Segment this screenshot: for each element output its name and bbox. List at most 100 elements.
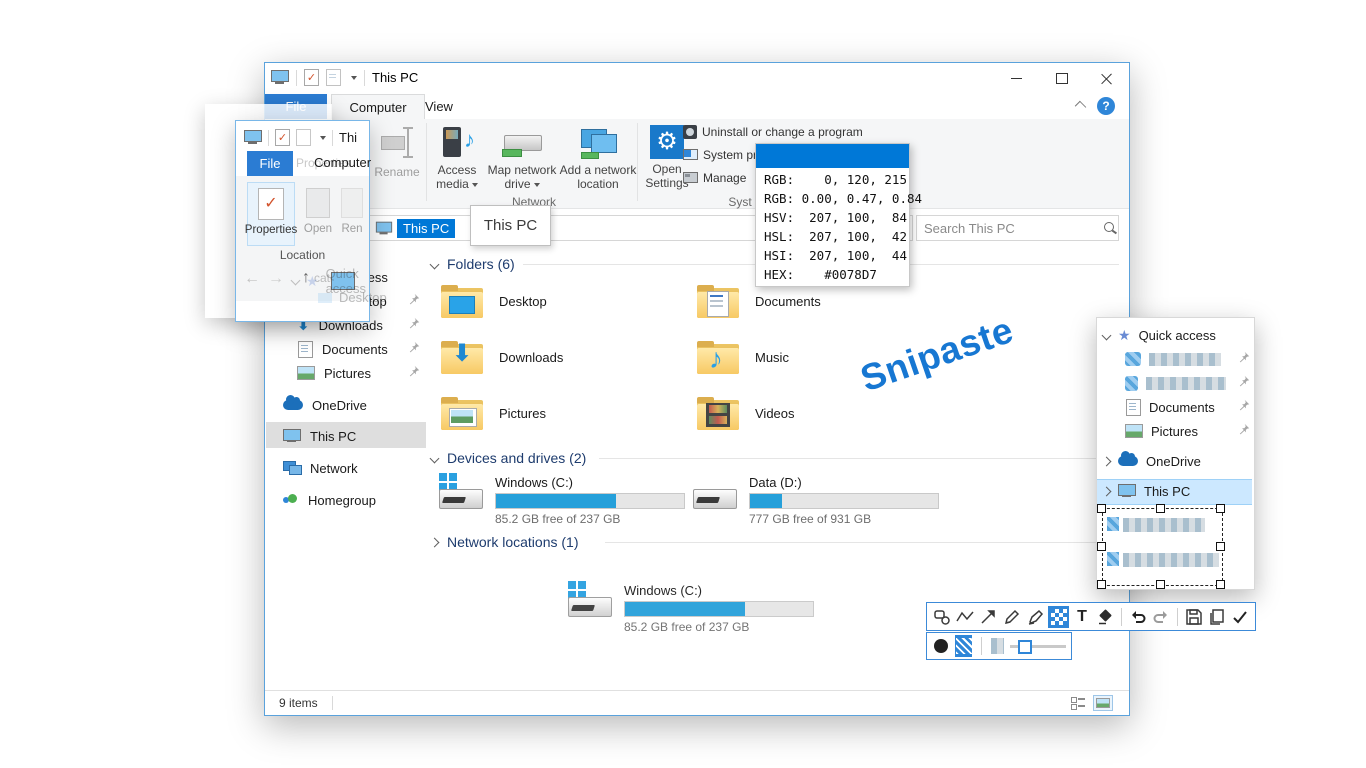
mosaic-text bbox=[1149, 353, 1221, 366]
address-location[interactable]: This PC bbox=[397, 219, 455, 238]
divider bbox=[296, 70, 297, 86]
customize-qat-arrow[interactable] bbox=[351, 76, 357, 80]
selection-handle[interactable] bbox=[1156, 580, 1165, 589]
arrow-tool-icon[interactable] bbox=[978, 606, 999, 628]
window-controls bbox=[994, 64, 1129, 93]
divider bbox=[332, 696, 333, 710]
search-icon[interactable] bbox=[1102, 220, 1110, 236]
selection-handle[interactable] bbox=[1216, 580, 1225, 589]
pin-icon bbox=[1237, 351, 1250, 364]
access-media-button[interactable]: ♪ Access media bbox=[431, 125, 483, 191]
drive-tile-c[interactable]: Windows (C:) 85.2 GB free of 237 GB bbox=[437, 475, 685, 526]
folder-tile-desktop[interactable]: Desktop bbox=[441, 285, 547, 318]
search-input[interactable] bbox=[917, 220, 1102, 237]
dot-style-option[interactable] bbox=[932, 635, 949, 657]
pin-icon[interactable] bbox=[407, 317, 420, 330]
hatch-style-option[interactable] bbox=[955, 635, 972, 657]
sidebar-item-network[interactable]: Network bbox=[283, 456, 358, 480]
pin-icon[interactable] bbox=[407, 341, 420, 354]
maximize-button[interactable] bbox=[1039, 64, 1084, 93]
documents-icon bbox=[1126, 399, 1141, 416]
map-network-drive-button[interactable]: Map network drive bbox=[486, 125, 558, 191]
text-tool-icon[interactable]: T bbox=[1071, 606, 1092, 628]
slider-handle[interactable] bbox=[1018, 640, 1032, 654]
uninstall-icon bbox=[683, 125, 697, 139]
desktop-icon bbox=[318, 293, 332, 303]
pictures-icon bbox=[1125, 424, 1143, 438]
sidebar-item-this-pc[interactable]: This PC bbox=[283, 424, 356, 448]
title-bar[interactable]: ✓ This PC bbox=[265, 63, 1129, 94]
marker-tool-icon[interactable] bbox=[1025, 606, 1046, 628]
eraser-tool-icon[interactable] bbox=[1095, 606, 1116, 628]
pinned-snip-explorer-corner[interactable]: ✓ Thi File Properties Computer ✓ Propert… bbox=[235, 120, 370, 322]
ghost-desktop: Desktop bbox=[318, 290, 387, 305]
drive-c-icon bbox=[437, 475, 483, 515]
color-swatch bbox=[756, 144, 909, 168]
pinned-snip-sidebar[interactable]: ★ Quick access Documents Pictures OneDri… bbox=[1096, 317, 1255, 590]
chevron-down-icon bbox=[430, 453, 440, 463]
pin-icon[interactable] bbox=[407, 365, 420, 378]
mosaic-text bbox=[1146, 377, 1226, 390]
tab-view[interactable]: View bbox=[411, 94, 467, 119]
polyline-tool-icon[interactable] bbox=[954, 606, 975, 628]
group-divider bbox=[426, 123, 427, 201]
section-divider bbox=[605, 542, 1119, 543]
pin-icon bbox=[1237, 375, 1250, 388]
pin-icon[interactable] bbox=[407, 293, 420, 306]
status-bar: 9 items bbox=[265, 690, 1129, 714]
selection-handle[interactable] bbox=[1097, 580, 1106, 589]
sidebar-item-homegroup[interactable]: Homegroup bbox=[283, 488, 376, 512]
selection-handle[interactable] bbox=[1097, 542, 1106, 551]
search-box[interactable] bbox=[916, 215, 1119, 241]
rp-pictures: Pictures bbox=[1125, 421, 1198, 441]
sidebar-item-onedrive[interactable]: OneDrive bbox=[283, 393, 367, 417]
toolbar-divider bbox=[981, 637, 982, 655]
folder-tile-documents[interactable]: Documents bbox=[697, 285, 821, 318]
thumbnail-view-icon[interactable] bbox=[1093, 695, 1113, 711]
location-group-label: Location bbox=[236, 248, 369, 262]
mosaic-tool-icon[interactable] bbox=[1048, 606, 1069, 628]
redo-icon[interactable] bbox=[1150, 606, 1171, 628]
chevron-right-icon bbox=[430, 537, 440, 547]
minimize-button[interactable] bbox=[994, 64, 1039, 93]
sidebar-item-pictures[interactable]: Pictures bbox=[297, 361, 371, 385]
network-locations-header[interactable]: Network locations (1) bbox=[431, 534, 579, 550]
chevron-down-icon bbox=[291, 276, 301, 286]
size-slider[interactable] bbox=[1010, 645, 1066, 648]
drive-c-icon bbox=[566, 583, 612, 623]
selection-handle[interactable] bbox=[1097, 504, 1106, 513]
add-network-location-button[interactable]: Add a network location bbox=[559, 125, 637, 191]
selection-handle[interactable] bbox=[1216, 504, 1225, 513]
folder-tile-pictures[interactable]: Pictures bbox=[441, 397, 546, 430]
uninstall-program-item[interactable]: Uninstall or change a program bbox=[683, 125, 863, 139]
selection-rectangle[interactable] bbox=[1102, 508, 1223, 586]
properties-shortcut-icon[interactable]: ✓ bbox=[304, 69, 319, 86]
confirm-icon[interactable] bbox=[1230, 606, 1251, 628]
selection-handle[interactable] bbox=[1156, 504, 1165, 513]
folders-section-header[interactable]: Folders (6) bbox=[431, 256, 515, 272]
shape-tool-icon[interactable] bbox=[931, 606, 952, 628]
collapse-ribbon-icon[interactable] bbox=[1075, 101, 1086, 112]
copy-icon[interactable] bbox=[1206, 606, 1227, 628]
pencil-tool-icon[interactable] bbox=[1001, 606, 1022, 628]
save-icon[interactable] bbox=[1183, 606, 1204, 628]
folder-tile-videos[interactable]: Videos bbox=[697, 397, 795, 430]
drives-section-header[interactable]: Devices and drives (2) bbox=[431, 450, 586, 466]
close-button[interactable] bbox=[1084, 64, 1129, 93]
rename-icon bbox=[341, 188, 363, 218]
folder-tile-downloads[interactable]: ⬇ Downloads bbox=[441, 341, 563, 374]
system-properties-item[interactable]: System pr bbox=[683, 148, 757, 162]
new-folder-icon[interactable] bbox=[326, 69, 341, 86]
details-view-icon[interactable] bbox=[1071, 696, 1085, 709]
sidebar-item-documents[interactable]: Documents bbox=[298, 337, 388, 361]
undo-icon[interactable] bbox=[1127, 606, 1148, 628]
help-icon[interactable]: ? bbox=[1097, 97, 1115, 115]
folder-tile-music[interactable]: ♪ Music bbox=[697, 341, 789, 374]
divider bbox=[364, 70, 365, 86]
pin-icon bbox=[1237, 399, 1250, 412]
drive-tile-d[interactable]: Data (D:) 777 GB free of 931 GB bbox=[691, 475, 939, 526]
selection-handle[interactable] bbox=[1216, 542, 1225, 551]
this-pc-icon bbox=[1118, 484, 1136, 499]
manage-item[interactable]: Manage bbox=[683, 171, 746, 185]
quick-access-toolbar: ✓ This PC bbox=[271, 69, 418, 86]
